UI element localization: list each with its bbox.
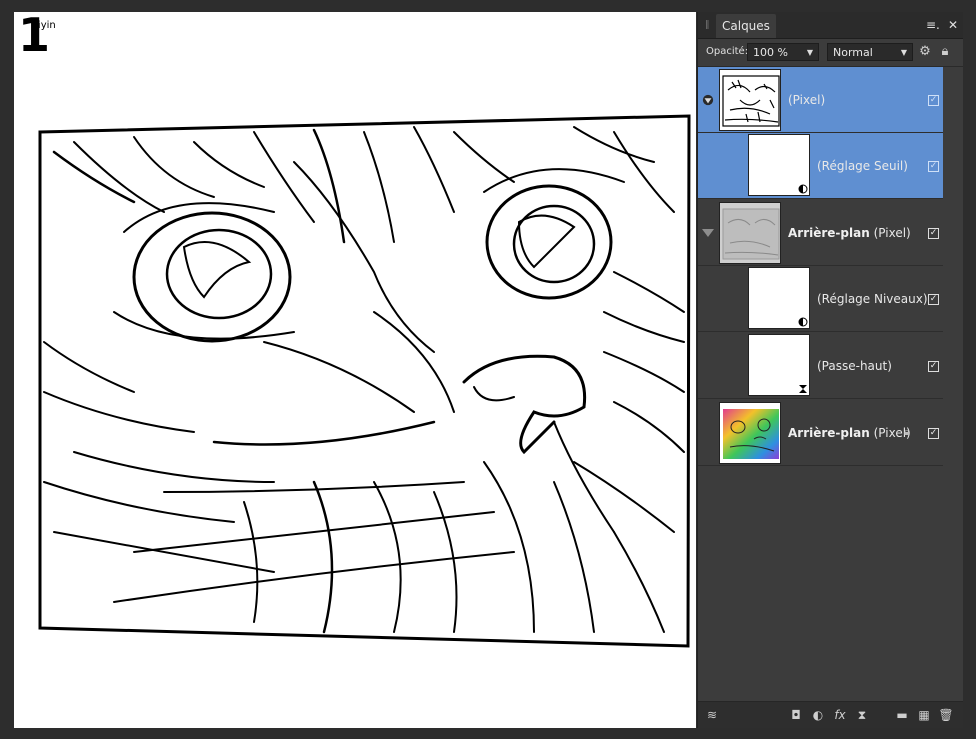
chevron-down-icon: ▼	[900, 48, 907, 57]
layers-stack-icon[interactable]: ≋	[704, 707, 720, 723]
visibility-checkbox[interactable]: ✓	[928, 294, 939, 305]
menu-icon[interactable]: ≡.	[926, 17, 940, 33]
visibility-checkbox[interactable]: ✓	[928, 161, 939, 172]
lock-icon[interactable]: 🔒︎	[904, 427, 914, 439]
layer-thumbnail	[748, 267, 810, 329]
live-filter-icon	[799, 385, 807, 393]
adjustment-icon	[798, 317, 808, 327]
expand-toggle-icon[interactable]	[702, 94, 714, 106]
layers-panel: ‖ Calques ≡. ✕ Opacité: 100 % ▼ Normal ▼…	[697, 12, 963, 728]
layer-name: Arrière-plan (Pixel)	[788, 226, 911, 240]
layer-thumbnail	[748, 134, 810, 196]
opacity-value: 100 %	[753, 46, 788, 59]
panel-footer: ≋ ◘ ◐ fx ⧗ ▬ ▦ 🗑︎	[698, 701, 963, 728]
tab-calques[interactable]: Calques	[716, 14, 776, 38]
document-canvas[interactable]: 1 tiyin	[14, 12, 696, 728]
step-number: 1	[18, 12, 51, 62]
layer-row-passe-haut[interactable]: (Passe-haut) ✓	[698, 333, 943, 399]
layer-type: (Passe-haut)	[817, 359, 892, 373]
layer-type: (Pixel)	[873, 226, 911, 240]
blend-mode-value: Normal	[833, 46, 873, 59]
layer-row-arriere-plan-locked[interactable]: Arrière-plan (Pixel) 🔒︎ ✓	[698, 400, 943, 466]
visibility-checkbox[interactable]: ✓	[928, 228, 939, 239]
visibility-checkbox[interactable]: ✓	[928, 95, 939, 106]
layer-type: (Pixel)	[788, 93, 826, 107]
folder-icon[interactable]: ▬	[894, 707, 910, 723]
layer-thumbnail	[719, 402, 781, 464]
layer-name-bold: Arrière-plan	[788, 226, 870, 240]
mask-icon[interactable]: ◘	[788, 707, 804, 723]
chevron-down-icon: ▼	[806, 48, 813, 57]
opacity-dropdown[interactable]: 100 % ▼	[747, 43, 819, 61]
layer-type: (Réglage Seuil)	[817, 159, 908, 173]
step-caption: tiyin	[34, 20, 56, 31]
trash-icon[interactable]: 🗑︎	[938, 707, 954, 723]
visibility-checkbox[interactable]: ✓	[928, 361, 939, 372]
gear-icon[interactable]: ⚙	[918, 44, 932, 60]
close-icon[interactable]: ✕	[948, 17, 958, 33]
layer-row-reglage-niveaux[interactable]: (Réglage Niveaux) ✓	[698, 266, 943, 332]
layer-thumbnail	[748, 334, 810, 396]
pixel-layer-icon[interactable]: ▦	[916, 707, 932, 723]
live-filter-icon[interactable]: ⧗	[854, 707, 870, 723]
adjustment-icon[interactable]: ◐	[810, 707, 826, 723]
expand-toggle-icon[interactable]	[702, 229, 714, 237]
fx-icon[interactable]: fx	[832, 707, 848, 723]
visibility-checkbox[interactable]: ✓	[928, 428, 939, 439]
grip-icon[interactable]: ‖	[705, 20, 711, 30]
layer-row-arriere-plan[interactable]: Arrière-plan (Pixel) ✓	[698, 200, 943, 266]
layer-row-pixel[interactable]: (Pixel) ✓	[698, 67, 943, 133]
layer-name-bold: Arrière-plan	[788, 426, 870, 440]
line-art-image	[38, 114, 691, 648]
layer-name: Arrière-plan (Pixel)	[788, 426, 911, 440]
lock-icon[interactable]: 🔒︎	[938, 44, 952, 60]
layer-toolbar: Opacité: 100 % ▼ Normal ▼ ⚙ 🔒︎	[698, 39, 963, 67]
layer-name: (Pixel)	[788, 93, 825, 107]
layer-thumbnail	[719, 69, 781, 131]
layer-name: (Réglage Seuil)	[817, 159, 908, 173]
layer-name: (Passe-haut)	[817, 359, 892, 373]
layer-thumbnail	[719, 202, 781, 264]
layer-row-reglage-seuil[interactable]: (Réglage Seuil) ✓	[698, 133, 943, 199]
adjustment-icon	[798, 184, 808, 194]
layer-type: (Réglage Niveaux)	[817, 292, 928, 306]
panel-header: ‖ Calques ≡. ✕	[698, 12, 963, 39]
opacity-label: Opacité:	[706, 46, 749, 57]
layer-name: (Réglage Niveaux)	[817, 292, 928, 306]
blend-mode-dropdown[interactable]: Normal ▼	[827, 43, 913, 61]
